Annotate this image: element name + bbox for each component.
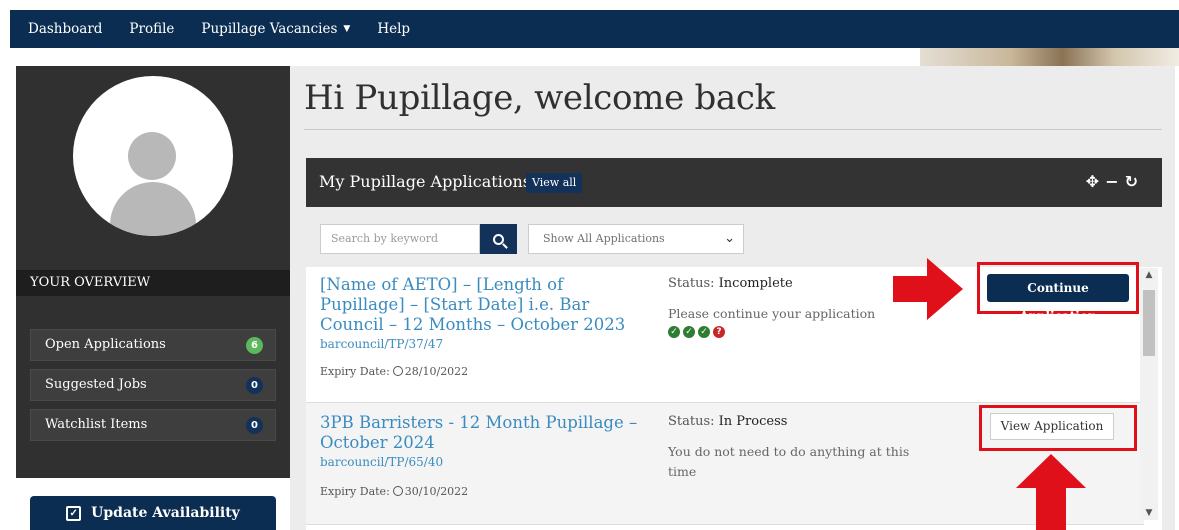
continue-application-button[interactable]: Continue Application	[987, 274, 1129, 323]
scrollbar[interactable]: ▲ ▼	[1140, 268, 1158, 520]
application-reference: barcouncil/TP/37/47	[320, 337, 444, 351]
status-label: Status:	[668, 414, 715, 429]
scroll-down-icon[interactable]: ▼	[1140, 508, 1158, 518]
arrow-up-icon	[1016, 454, 1086, 530]
overview-item-label: Suggested Jobs	[45, 377, 147, 392]
minimize-icon[interactable]: −	[1105, 172, 1124, 191]
application-status: Status: In Process	[668, 414, 787, 429]
count-badge: 0	[246, 417, 263, 434]
nav-help[interactable]: Help	[377, 21, 410, 37]
background-photo	[920, 48, 1179, 66]
update-availability-button[interactable]: ✓ Update Availability	[30, 496, 276, 530]
card-title: My Pupillage Applications	[319, 172, 531, 191]
update-availability-label: Update Availability	[91, 505, 240, 521]
nav-pupillage-vacancies-label: Pupillage Vacancies	[201, 21, 338, 37]
application-status: Status: Incomplete	[668, 276, 793, 291]
expiry-label: Expiry Date:	[320, 365, 390, 378]
count-badge: 0	[246, 377, 263, 394]
status-message: Please continue your application	[668, 306, 876, 321]
status-value: Incomplete	[718, 276, 793, 291]
question-circle-icon: ?	[713, 326, 725, 338]
caret-down-icon: ▼	[343, 24, 351, 34]
status-filter-value: Show All Applications	[543, 232, 665, 245]
expiry-date: 30/10/2022	[404, 485, 469, 498]
application-title-link[interactable]: 3PB Barristers - 12 Month Pupillage – Oc…	[320, 413, 650, 453]
move-icon[interactable]: ✥	[1086, 172, 1105, 191]
page-title: Hi Pupillage, welcome back	[304, 78, 775, 118]
status-filter-select[interactable]: Show All Applications ⌄	[528, 224, 744, 254]
arrow-right-icon	[893, 258, 963, 320]
refresh-icon[interactable]: ↻	[1125, 172, 1144, 191]
search-input[interactable]: Search by keyword	[320, 224, 480, 254]
progress-indicators: ✓ ✓ ✓ ?	[668, 326, 728, 338]
nav-profile[interactable]: Profile	[129, 21, 174, 37]
card-tools: ✥−↻	[1086, 172, 1144, 191]
top-navigation: Dashboard Profile Pupillage Vacancies ▼ H…	[10, 10, 1179, 48]
status-value: In Process	[718, 414, 788, 429]
application-title-link[interactable]: [Name of AETO] – [Length of Pupillage] –…	[320, 275, 650, 335]
divider	[304, 129, 1162, 130]
status-message: You do not need to do anything at this t…	[668, 444, 910, 479]
avatar-head-shape	[128, 132, 176, 180]
nav-dashboard[interactable]: Dashboard	[28, 21, 102, 37]
nav-profile-label: Profile	[129, 21, 175, 37]
application-expiry: Expiry Date: 30/10/2022	[320, 485, 468, 498]
nav-pupillage-vacancies[interactable]: Pupillage Vacancies ▼	[201, 21, 350, 37]
clock-icon	[392, 486, 403, 496]
sidebar: YOUR OVERVIEW Open Applications 6 Sugges…	[16, 66, 290, 478]
view-all-button[interactable]: View all	[526, 173, 583, 193]
count-badge: 6	[246, 337, 263, 354]
search-button[interactable]	[480, 224, 517, 254]
overview-item-label: Watchlist Items	[45, 417, 148, 432]
application-reference: barcouncil/TP/65/40	[320, 455, 444, 469]
application-expiry: Expiry Date: 28/10/2022	[320, 365, 468, 378]
expiry-date: 28/10/2022	[404, 365, 469, 378]
filter-bar: Search by keyword Show All Applications …	[306, 207, 1162, 267]
search-icon	[493, 233, 504, 245]
scroll-thumb[interactable]	[1143, 290, 1155, 356]
card-header: My Pupillage Applications View all ✥−↻	[306, 158, 1162, 207]
clock-icon	[392, 366, 403, 376]
overview-watchlist-items[interactable]: Watchlist Items 0	[30, 409, 276, 441]
overview-heading: YOUR OVERVIEW	[16, 270, 290, 296]
status-label: Status:	[668, 276, 715, 291]
avatar[interactable]	[73, 76, 233, 236]
avatar-body-shape	[110, 182, 196, 236]
view-application-button[interactable]: View Application	[990, 413, 1114, 440]
overview-suggested-jobs[interactable]: Suggested Jobs 0	[30, 369, 276, 401]
chevron-down-icon: ⌄	[724, 231, 735, 246]
check-circle-icon: ✓	[683, 326, 695, 338]
scroll-up-icon[interactable]: ▲	[1140, 270, 1158, 280]
check-circle-icon: ✓	[698, 326, 710, 338]
expiry-label: Expiry Date:	[320, 485, 390, 498]
nav-dashboard-label: Dashboard	[28, 21, 103, 37]
nav-help-label: Help	[377, 21, 411, 37]
check-circle-icon: ✓	[668, 326, 680, 338]
overview-open-applications[interactable]: Open Applications 6	[30, 329, 276, 361]
calendar-check-icon: ✓	[66, 505, 82, 521]
overview-item-label: Open Applications	[45, 337, 166, 352]
